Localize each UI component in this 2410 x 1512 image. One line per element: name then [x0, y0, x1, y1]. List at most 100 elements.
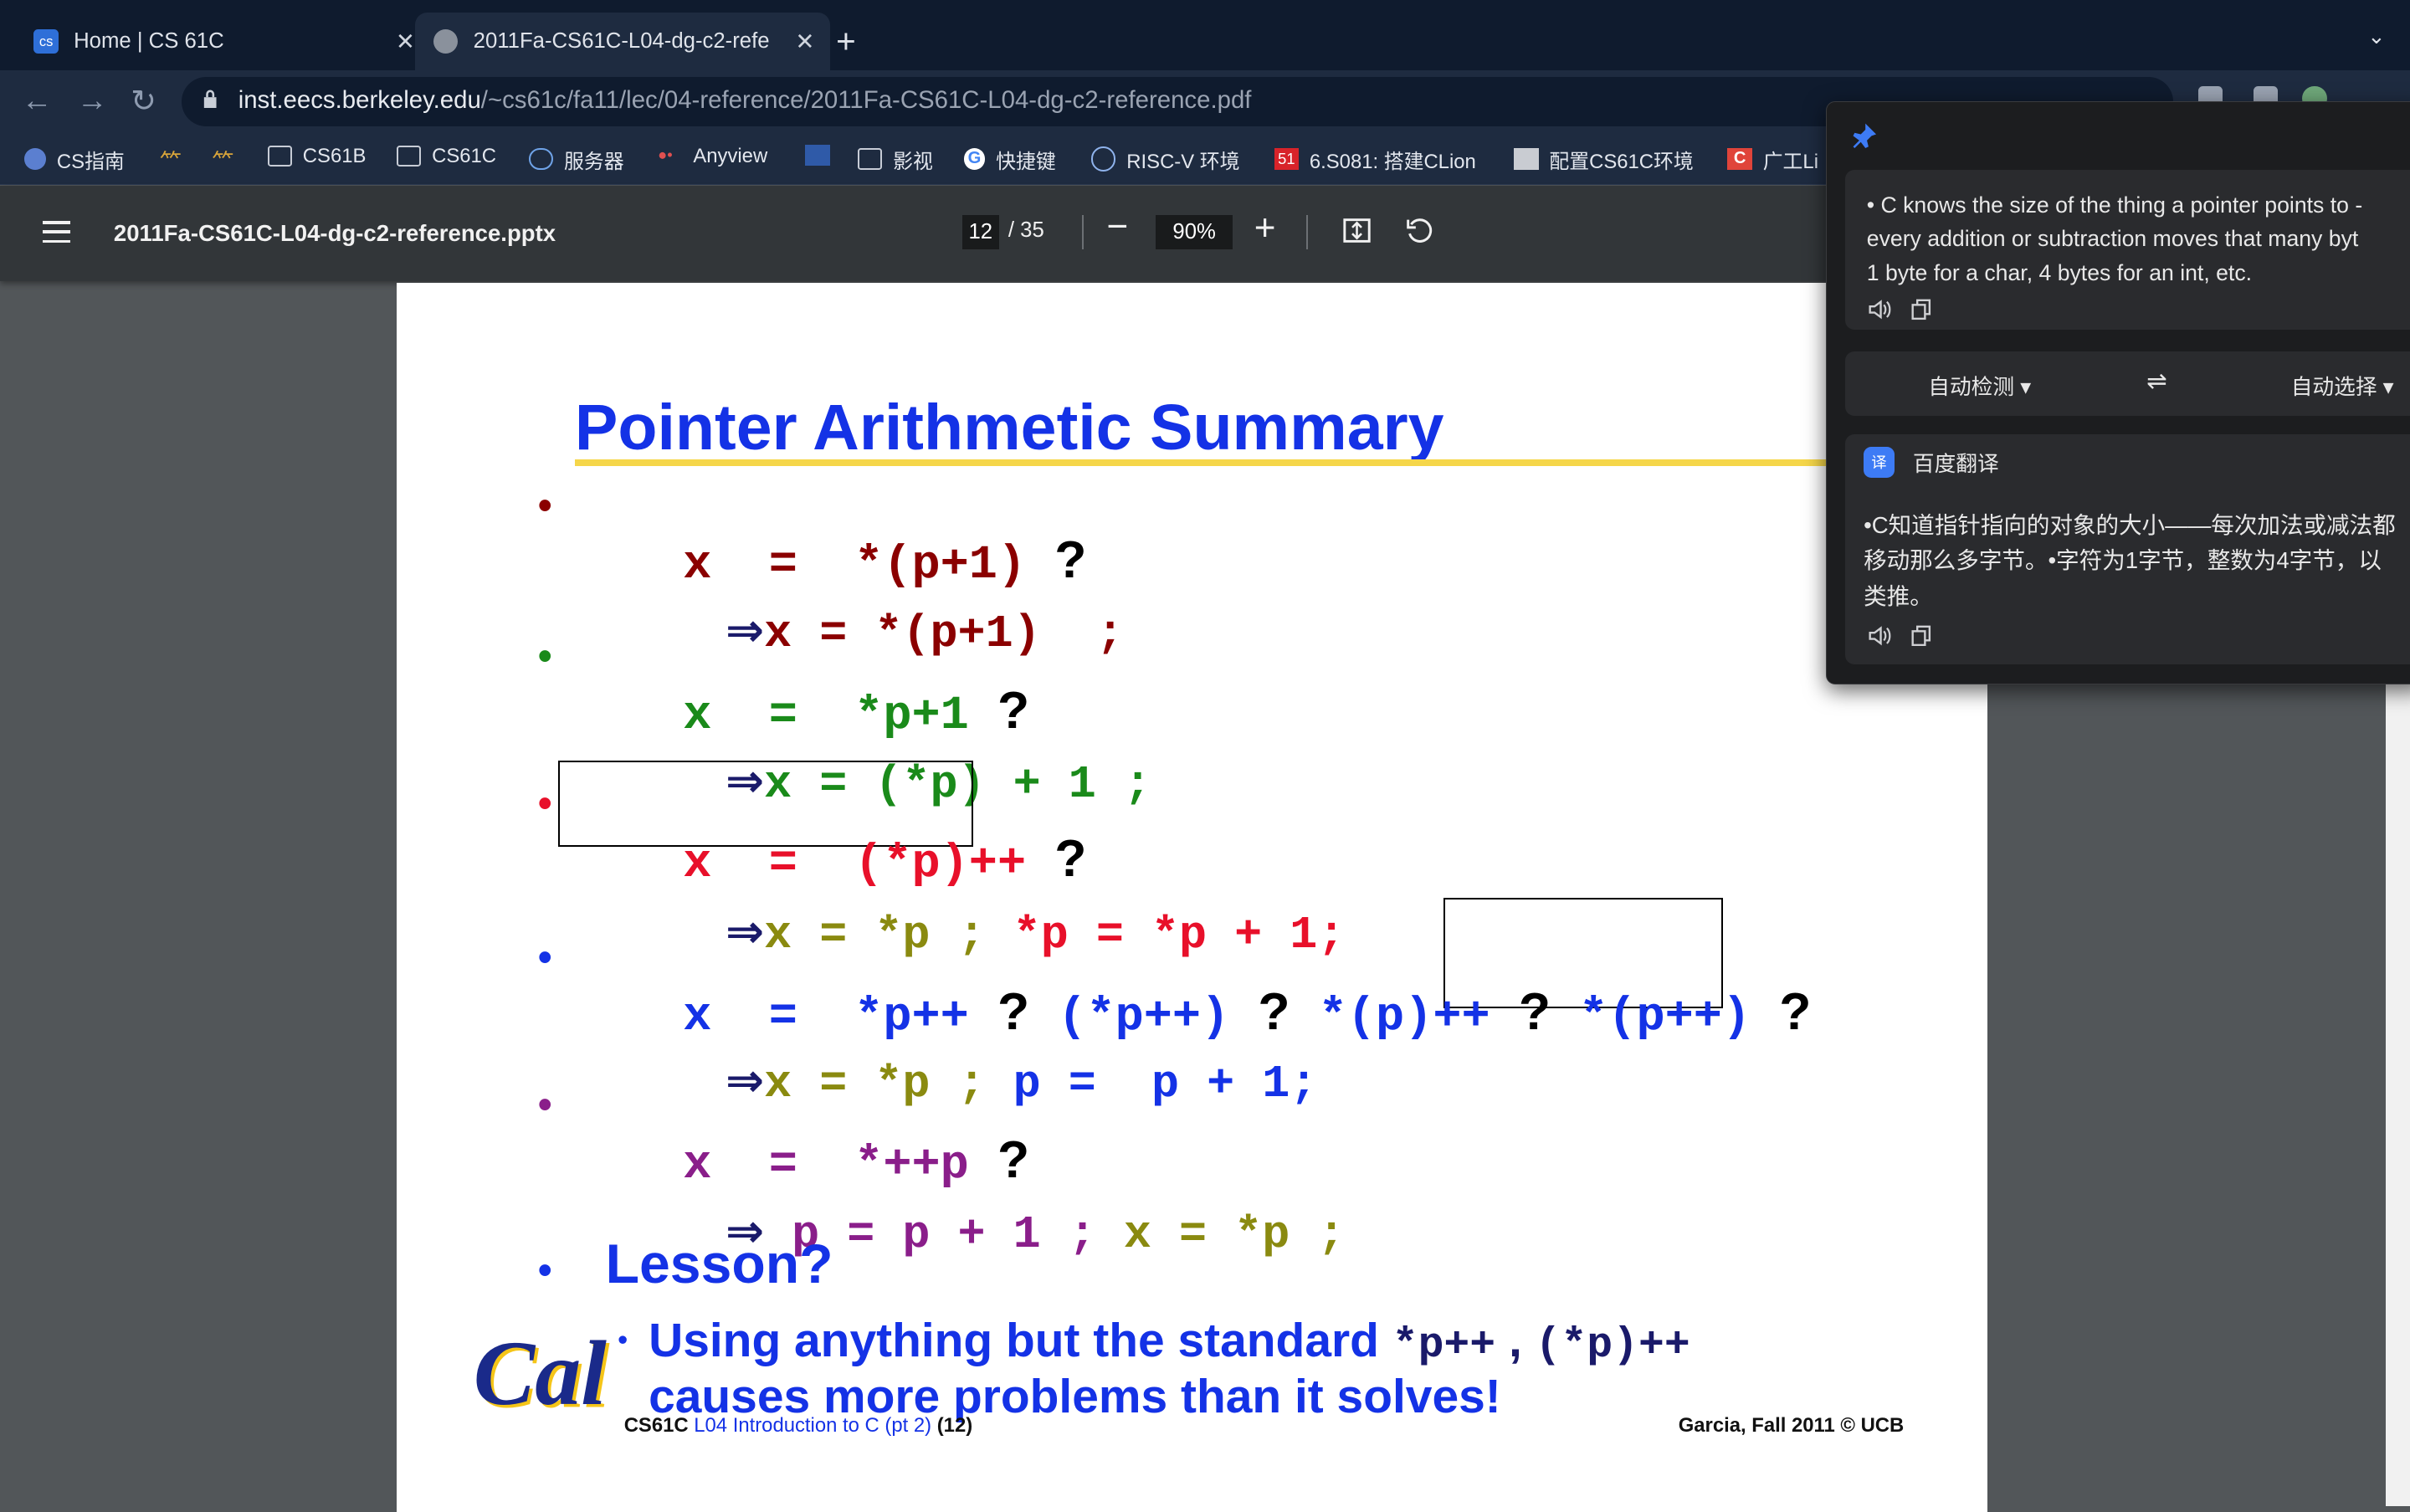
menu-icon[interactable]: [43, 221, 71, 249]
bookmark-label: 服务器: [564, 150, 624, 173]
fit-page-icon[interactable]: [1343, 217, 1371, 244]
tab-title: 2011Fa-CS61C-L04-dg-c2-refe: [473, 29, 770, 54]
bookmark-gdut[interactable]: C 广工Li: [1727, 145, 1818, 174]
cs61c-icon: cs: [33, 28, 59, 54]
target-language: 自动选择: [2290, 375, 2377, 399]
bookmark-6s081[interactable]: 51 6.S081: 搭建CLion: [1274, 145, 1476, 174]
target-language-select[interactable]: 自动选择 ▾: [2291, 370, 2394, 401]
page-number-input[interactable]: 12: [961, 215, 999, 249]
speaker-icon[interactable]: [1867, 299, 1891, 320]
51cto-icon: 51: [1274, 148, 1300, 170]
zoom-in-button[interactable]: +: [1254, 208, 1276, 249]
code-text: *(p)++: [1318, 991, 1490, 1045]
globe-icon: [1091, 146, 1116, 172]
runner-icon: ⺮: [160, 150, 182, 174]
bookmark-anyview[interactable]: ●• Anyview: [658, 145, 767, 168]
bookmark-cs61c[interactable]: CS61C: [396, 144, 497, 168]
source-language-select[interactable]: 自动检测 ▾: [1928, 370, 2031, 401]
speaker-icon[interactable]: [1867, 625, 1891, 647]
bookmark-label: 6.S081: 搭建CLion: [1309, 150, 1476, 173]
divider: [1082, 215, 1084, 249]
title-underline: [574, 459, 1989, 466]
copy-icon[interactable]: [1910, 299, 1934, 320]
pdf-page: Pointer Arithmetic Summary • x = *(p+1) …: [396, 282, 1989, 1512]
tab-home-cs61c[interactable]: cs Home | CS 61C ✕: [18, 13, 430, 71]
bookmark-label: 广工Li: [1762, 150, 1818, 173]
bookmark-cs61c-setup[interactable]: 配置CS61C环境: [1514, 145, 1694, 174]
question-mark: ?: [1518, 982, 1551, 1042]
bullet: •: [537, 633, 552, 679]
code-text: p = p + 1 ;: [792, 1207, 1124, 1261]
source-actions: [1867, 299, 1935, 320]
cloud-icon: [528, 148, 554, 170]
tab-pdf[interactable]: 2011Fa-CS61C-L04-dg-c2-refe ✕: [414, 12, 830, 71]
tab-strip: cs Home | CS 61C ✕ 2011Fa-CS61C-L04-dg-c…: [0, 0, 2410, 71]
bookmark-icon-link[interactable]: ⺮: [160, 145, 195, 174]
bookmark-icon-link[interactable]: [805, 144, 840, 167]
rotate-icon[interactable]: [1405, 217, 1433, 244]
csdn-icon: C: [1727, 148, 1752, 170]
bookmark-cs-guide[interactable]: CS指南: [24, 145, 125, 174]
bookmark-server[interactable]: 服务器: [528, 145, 624, 174]
bullet: •: [537, 935, 552, 980]
divider: [1306, 215, 1309, 249]
lesson-text: Using anything but the standard *p++ , (…: [649, 1315, 1690, 1422]
bullet: •: [537, 483, 552, 528]
copy-icon[interactable]: [1910, 625, 1934, 647]
source-text-card: • C knows the size of the thing a pointe…: [1845, 170, 2410, 331]
new-tab-button[interactable]: +: [836, 22, 856, 61]
bookmark-shortcuts[interactable]: G 快捷键: [963, 145, 1056, 174]
zoom-input[interactable]: 90%: [1156, 215, 1233, 249]
bookmark-label: CS61C: [432, 144, 497, 167]
bullet: •: [537, 1248, 552, 1294]
bookmark-label: CS61B: [302, 144, 367, 167]
translate-popup: • C knows the size of the thing a pointe…: [1826, 101, 2410, 684]
folder-icon: [857, 148, 883, 170]
baidu-translate-icon: 译: [1864, 446, 1895, 478]
slide-title: Pointer Arithmetic Summary: [574, 391, 1444, 464]
code-text: x = *p ;: [1123, 1207, 1346, 1261]
folder-icon: [267, 145, 292, 167]
folder-icon: [396, 145, 422, 167]
bookmark-cs61b[interactable]: CS61B: [267, 144, 367, 168]
lock-icon: [204, 90, 217, 108]
tab-search-chevron-icon[interactable]: ⌄: [2367, 24, 2386, 49]
pin-icon[interactable]: [1849, 120, 1879, 151]
code-text: (*p)++: [1535, 1321, 1690, 1371]
bookmark-label: 影视: [893, 150, 933, 173]
engine-name: 百度翻译: [1912, 452, 1999, 476]
bookmark-label: 配置CS61C环境: [1549, 150, 1694, 173]
code-text: *(p++): [1579, 991, 1751, 1045]
close-tab-icon[interactable]: ✕: [795, 28, 814, 55]
bullet: •: [618, 1325, 628, 1356]
translation-result-card: 译百度翻译 •C知道指针指向的对象的大小——每次加法或减法都 移动那么多字节。•…: [1845, 433, 2410, 665]
close-tab-icon[interactable]: ✕: [396, 28, 415, 55]
slide-footer-right: Garcia, Fall 2011 © UCB: [1678, 1413, 1905, 1437]
tab-title: Home | CS 61C: [74, 29, 224, 54]
swap-languages-icon[interactable]: ⇌: [2146, 366, 2167, 396]
scrollbar[interactable]: [2385, 682, 2410, 1506]
translated-text: •C知道指针指向的对象的大小——每次加法或减法都 移动那么多字节。•字符为1字节…: [1864, 512, 2396, 609]
back-icon[interactable]: ←: [22, 83, 53, 118]
footer-lecture: L04 Introduction to C (pt 2): [694, 1413, 932, 1437]
zoom-out-button[interactable]: −: [1106, 206, 1128, 248]
url-host: inst.eecs.berkeley.edu: [238, 85, 481, 114]
reload-icon[interactable]: ↻: [131, 83, 156, 119]
bookmark-icon-link[interactable]: ⺮: [212, 145, 247, 174]
page-total: / 35: [1008, 218, 1044, 242]
code-text: p = p + 1;: [1013, 1057, 1318, 1110]
forward-icon[interactable]: →: [77, 83, 108, 118]
question-mark: ?: [1779, 982, 1812, 1042]
bookmark-movies[interactable]: 影视: [857, 145, 933, 174]
cal-logo: Cal: [473, 1321, 607, 1424]
pdf-filename: 2011Fa-CS61C-L04-dg-c2-reference.pptx: [113, 219, 556, 246]
bookmark-label: 快捷键: [996, 150, 1056, 173]
url-path: /~cs61c/fa11/lec/04-reference/2011Fa-CS6…: [480, 85, 1252, 114]
runner-icon: ⺮: [212, 150, 234, 174]
bookmark-riscv[interactable]: RISC-V 环境: [1091, 145, 1240, 174]
google-icon: G: [963, 148, 986, 170]
result-actions: [1867, 625, 1935, 647]
language-bar: 自动检测 ▾ ⇌ 自动选择 ▾: [1845, 351, 2410, 416]
source-language: 自动检测: [1928, 375, 2015, 399]
footer-course: CS61C: [623, 1413, 689, 1437]
